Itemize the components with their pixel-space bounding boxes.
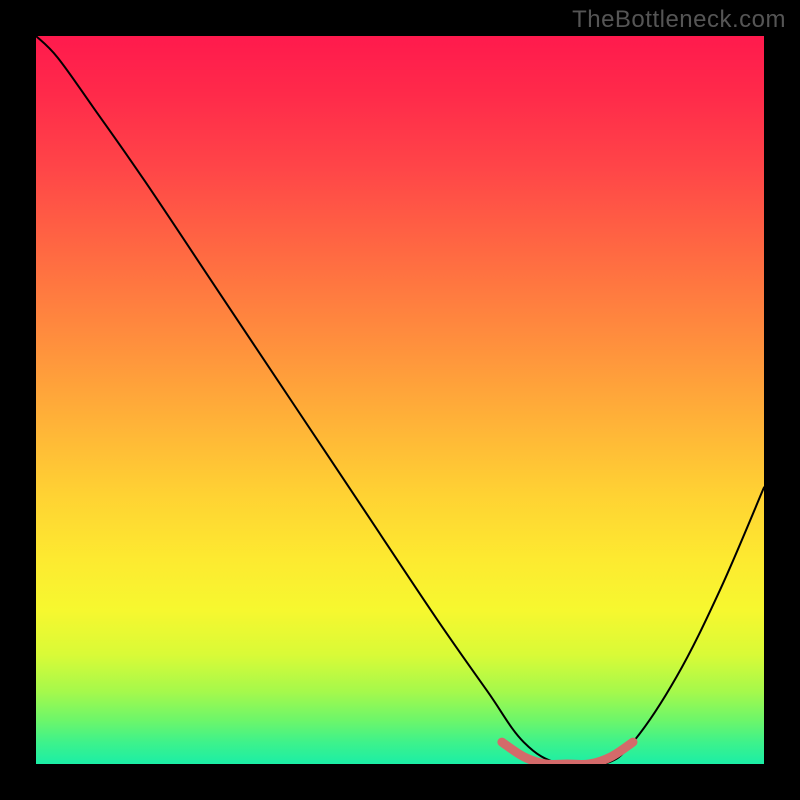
watermark-text: TheBottleneck.com xyxy=(572,6,786,34)
curves-layer xyxy=(36,36,764,764)
chart-container: TheBottleneck.com xyxy=(0,0,800,800)
plot-area xyxy=(36,36,764,764)
series-bottleneck-curve xyxy=(36,36,764,764)
